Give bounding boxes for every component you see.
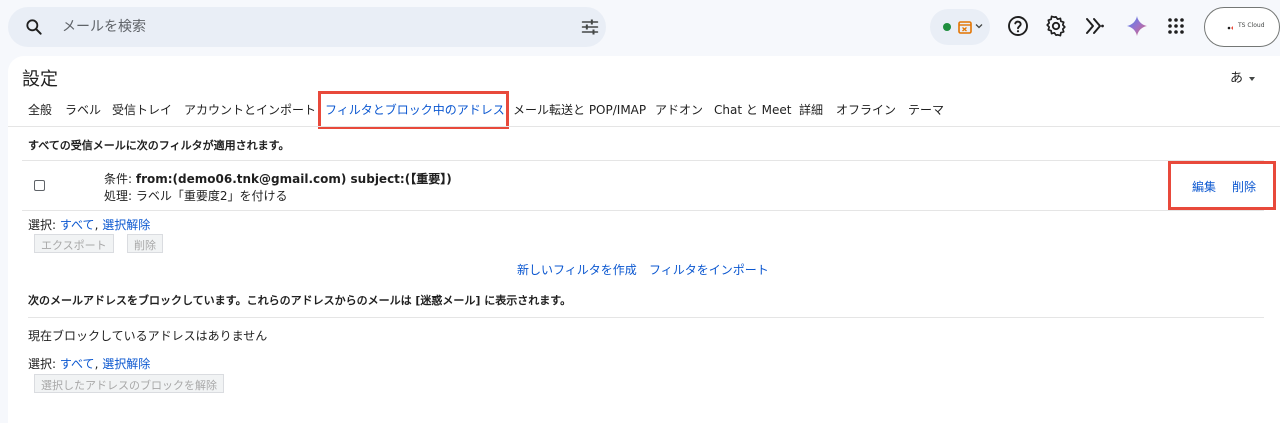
export-button[interactable]: エクスポート — [34, 234, 114, 253]
filter-condition-label: 条件: — [104, 172, 133, 186]
account-button[interactable]: TS Cloud — [1204, 7, 1280, 47]
calendar-busy-icon — [958, 21, 972, 34]
tabs-divider — [8, 126, 1280, 127]
tab-highlight-box — [318, 91, 509, 129]
status-chip[interactable] — [930, 9, 990, 45]
blocked-select-line: 選択: すべて, 選択解除 — [28, 355, 150, 372]
caret-down-icon — [1249, 76, 1256, 81]
settings-panel: 設定 あ 全般 ラベル 受信トレイ アカウントとインポート フィルタとブロック中… — [8, 56, 1280, 423]
select-separator: , — [94, 218, 99, 232]
tab-general[interactable]: 全般 — [28, 101, 52, 118]
delete-filters-button[interactable]: 削除 — [127, 234, 163, 253]
help-icon[interactable] — [1006, 14, 1030, 38]
blocked-divider — [28, 317, 1264, 318]
filter-condition-value: from:(demo06.tnk@gmail.com) subject:(【重要… — [135, 172, 452, 186]
input-method-label: あ — [1230, 71, 1244, 86]
no-blocked-addresses-text: 現在ブロックしているアドレスはありません — [28, 329, 268, 343]
search-options-icon[interactable] — [580, 17, 600, 37]
filter-row: 条件: from:(demo06.tnk@gmail.com) subject:… — [22, 160, 1264, 211]
action-highlight-box — [1168, 161, 1276, 210]
tab-chat-meet[interactable]: Chat と Meet — [714, 101, 792, 118]
active-status-icon — [943, 23, 951, 31]
gemini-extensions-icon[interactable] — [1083, 14, 1107, 38]
chevron-down-icon — [975, 24, 983, 29]
apps-grid-icon[interactable] — [1164, 14, 1188, 38]
import-filters-link[interactable]: フィルタをインポート — [649, 261, 769, 278]
filter-action: 処理: ラベル「重要度2」を付ける — [104, 189, 288, 203]
tab-addons[interactable]: アドオン — [655, 101, 703, 118]
gemini-sparkle-icon[interactable] — [1125, 14, 1149, 38]
tab-themes[interactable]: テーマ — [908, 101, 944, 118]
top-bar: TS Cloud — [0, 0, 1280, 56]
deselect-link[interactable]: 選択解除 — [102, 357, 150, 371]
search-input[interactable] — [62, 15, 542, 39]
search-bar[interactable] — [8, 7, 606, 47]
select-label: 選択: — [28, 218, 57, 232]
create-filter-link[interactable]: 新しいフィルタを作成 — [517, 261, 637, 278]
tab-advanced[interactable]: 詳細 — [799, 101, 823, 118]
account-label: TS Cloud — [1238, 22, 1265, 29]
blocked-heading: 次のメールアドレスをブロックしています。これらのアドレスからのメールは [迷惑メ… — [28, 294, 572, 307]
filter-checkbox[interactable] — [34, 180, 45, 191]
tab-accounts-import[interactable]: アカウントとインポート — [184, 101, 316, 118]
filter-select-line: 選択: すべて, 選択解除 — [28, 216, 150, 233]
tab-forwarding-pop-imap[interactable]: メール転送と POP/IMAP — [513, 101, 646, 118]
deselect-link[interactable]: 選択解除 — [102, 218, 150, 232]
unblock-button[interactable]: 選択したアドレスのブロックを解除 — [34, 374, 224, 393]
filter-condition: 条件: from:(demo06.tnk@gmail.com) subject:… — [104, 170, 452, 187]
settings-gear-icon[interactable] — [1044, 14, 1068, 38]
select-label: 選択: — [28, 357, 57, 371]
tab-labels[interactable]: ラベル — [65, 101, 101, 118]
tab-inbox[interactable]: 受信トレイ — [112, 101, 172, 118]
search-icon[interactable] — [24, 17, 44, 37]
ts-cloud-logo-icon — [1227, 26, 1233, 30]
select-all-link[interactable]: すべて — [60, 357, 95, 371]
page-title: 設定 — [22, 69, 58, 90]
select-all-link[interactable]: すべて — [60, 218, 95, 232]
input-method-selector[interactable]: あ — [1230, 67, 1256, 86]
select-separator: , — [94, 357, 99, 371]
tab-offline[interactable]: オフライン — [836, 101, 896, 118]
filters-heading: すべての受信メールに次のフィルタが適用されます。 — [28, 139, 290, 152]
